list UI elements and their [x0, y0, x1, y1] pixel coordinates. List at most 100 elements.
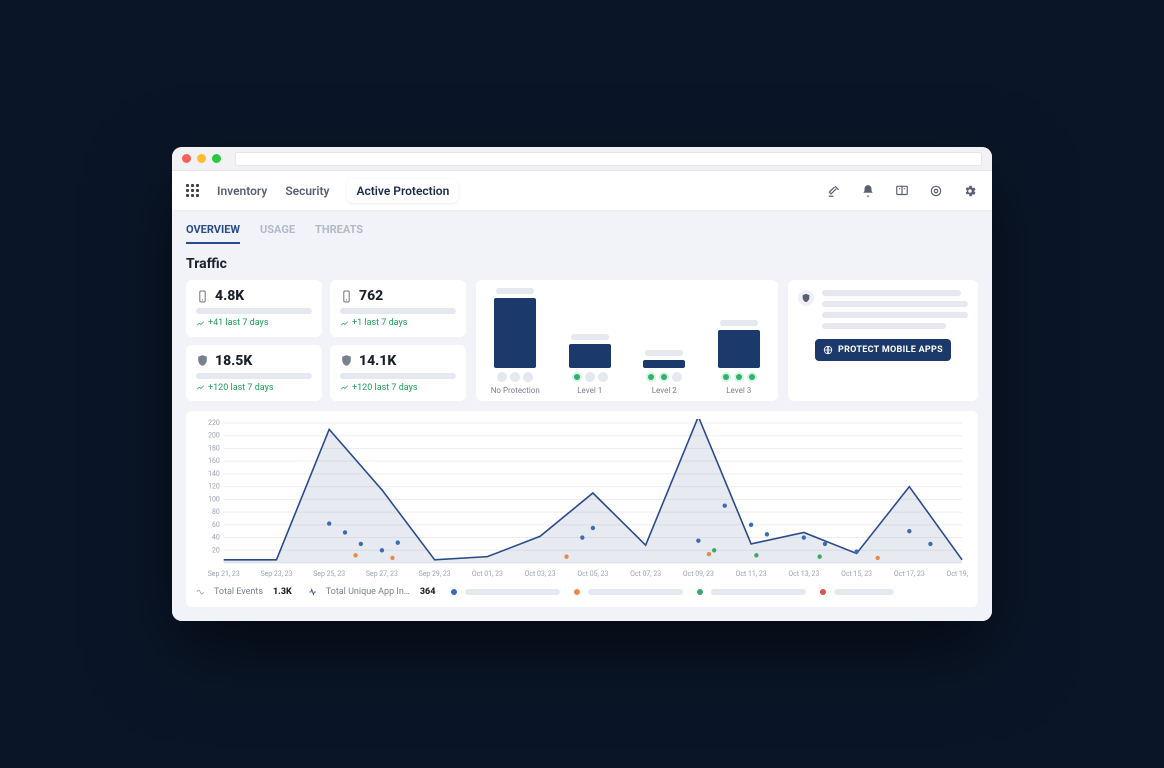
url-bar[interactable] [235, 152, 982, 166]
level-globe-icons [497, 372, 533, 382]
placeholder-line [822, 290, 961, 296]
svg-text:Sep 29, 23: Sep 29, 23 [419, 570, 451, 578]
trend-up-icon [340, 383, 349, 392]
placeholder-pill [834, 589, 894, 595]
stat-value: 4.8K [215, 288, 244, 304]
svg-text:160: 160 [208, 457, 220, 465]
stat-card: 762 +1 last 7 days [330, 280, 466, 337]
svg-text:80: 80 [212, 508, 220, 516]
traffic-row: 4.8K +41 last 7 days 762 [186, 280, 978, 401]
level-column: Level 3 [710, 320, 769, 396]
apps-grid-icon[interactable] [186, 184, 199, 197]
legend-dot-red [820, 589, 826, 595]
svg-text:Sep 21, 23: Sep 21, 23 [208, 570, 240, 578]
level-cap [720, 320, 758, 326]
bell-icon[interactable] [860, 183, 876, 199]
content-area: OVERVIEW USAGE THREATS Traffic 4.8K +41 … [172, 211, 992, 621]
maximize-dot[interactable] [212, 154, 221, 163]
level-cap [496, 288, 534, 294]
level-globe-icons [572, 372, 608, 382]
target-icon[interactable] [928, 183, 944, 199]
svg-text:20: 20 [212, 546, 220, 554]
svg-text:Sep 23, 23: Sep 23, 23 [260, 570, 292, 578]
close-dot[interactable] [182, 154, 191, 163]
legend-dot-green [697, 589, 703, 595]
level-globe-icons [646, 372, 682, 382]
top-nav: Inventory Security Active Protection [172, 171, 992, 211]
app-window: Inventory Security Active Protection OVE… [172, 147, 992, 621]
pulse-icon [308, 587, 318, 597]
svg-text:100: 100 [208, 495, 220, 503]
trend-up-icon [196, 383, 205, 392]
stat-card: 14.1K +120 last 7 days [330, 345, 466, 402]
svg-text:120: 120 [208, 483, 220, 491]
section-title-traffic: Traffic [186, 252, 978, 280]
svg-text:140: 140 [208, 470, 220, 478]
subtab-threats[interactable]: THREATS [315, 223, 363, 244]
globe-icon [823, 345, 833, 355]
svg-text:Oct 19, 23: Oct 19, 23 [947, 570, 968, 578]
svg-text:Sep 27, 23: Sep 27, 23 [366, 570, 398, 578]
stat-delta: +120 last 7 days [196, 383, 312, 393]
phone-icon [196, 290, 209, 303]
titlebar [172, 147, 992, 171]
protect-mobile-apps-button[interactable]: PROTECT MOBILE APPS [815, 339, 951, 361]
nav-tab-active-protection[interactable]: Active Protection [347, 179, 458, 203]
chart-legend: Total Events 1.3K Total Unique App In… 3… [196, 587, 968, 597]
shield-icon [340, 354, 353, 367]
nav-tab-security[interactable]: Security [285, 184, 329, 198]
level-cap [571, 334, 609, 340]
book-icon[interactable] [894, 183, 910, 199]
placeholder-pill [588, 589, 683, 595]
stat-value: 762 [359, 288, 383, 304]
level-bar [494, 298, 536, 368]
svg-text:Oct 07, 23: Oct 07, 23 [630, 570, 661, 578]
shield-icon [196, 354, 209, 367]
level-label: Level 2 [652, 386, 677, 395]
stat-value: 14.1K [359, 353, 396, 369]
svg-text:Oct 01, 23: Oct 01, 23 [472, 570, 503, 578]
wave-icon [196, 587, 206, 597]
svg-text:Sep 25, 23: Sep 25, 23 [313, 570, 345, 578]
stat-delta: +120 last 7 days [340, 383, 456, 393]
stat-card: 4.8K +41 last 7 days [186, 280, 322, 337]
nav-tab-inventory[interactable]: Inventory [217, 184, 267, 198]
globe-shield-icon [798, 290, 814, 306]
svg-text:Oct 11, 23: Oct 11, 23 [736, 570, 767, 578]
stat-bar [340, 373, 456, 379]
level-column: No Protection [486, 288, 545, 395]
trend-up-icon [196, 319, 205, 328]
traffic-chart-card: 20406080100120140160180200220Sep 21, 23S… [186, 411, 978, 607]
level-globe-icons [721, 372, 757, 382]
svg-text:Oct 13, 23: Oct 13, 23 [788, 570, 819, 578]
svg-text:Oct 09, 23: Oct 09, 23 [683, 570, 714, 578]
level-column: Level 2 [635, 350, 694, 395]
subtab-usage[interactable]: USAGE [260, 223, 295, 244]
protect-panel: PROTECT MOBILE APPS [788, 280, 978, 401]
protect-button-label: PROTECT MOBILE APPS [838, 345, 943, 355]
level-column: Level 1 [561, 334, 620, 396]
minimize-dot[interactable] [197, 154, 206, 163]
svg-text:Oct 17, 23: Oct 17, 23 [894, 570, 925, 578]
subtab-overview[interactable]: OVERVIEW [186, 223, 240, 244]
legend-dot-orange [574, 589, 580, 595]
gear-icon[interactable] [962, 183, 978, 199]
legend-label: Total Unique App In… [326, 587, 410, 597]
gavel-icon[interactable] [826, 183, 842, 199]
placeholder-pill [711, 589, 806, 595]
svg-text:40: 40 [212, 534, 220, 542]
placeholder-pill [465, 589, 560, 595]
stat-bar [340, 308, 456, 314]
level-label: Level 3 [726, 386, 751, 395]
svg-text:60: 60 [212, 521, 220, 529]
stat-bar [196, 373, 312, 379]
legend-label: Total Events [214, 587, 263, 597]
svg-text:Oct 05, 23: Oct 05, 23 [577, 570, 608, 578]
svg-text:220: 220 [208, 419, 220, 427]
stat-grid: 4.8K +41 last 7 days 762 [186, 280, 466, 401]
legend-value: 1.3K [273, 587, 292, 597]
stat-bar [196, 308, 312, 314]
traffic-chart: 20406080100120140160180200220Sep 21, 23S… [196, 419, 968, 579]
svg-text:180: 180 [208, 444, 220, 452]
protection-levels-panel: No Protection Level 1 Level 2 Level 3 [476, 280, 778, 401]
